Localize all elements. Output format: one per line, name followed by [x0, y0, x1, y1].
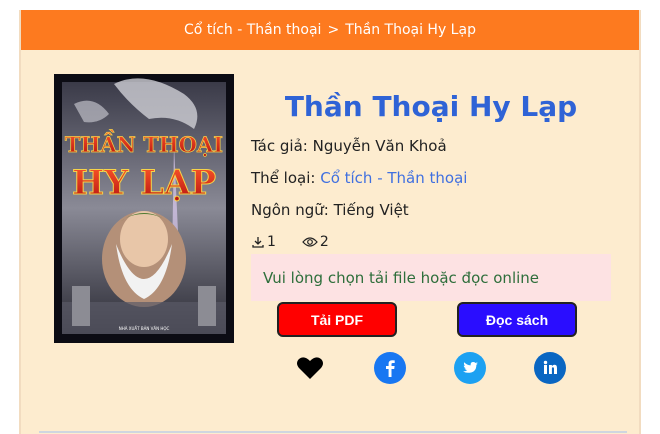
cover-title-line1: THẦN THOẠI: [65, 130, 223, 157]
language-value: Tiếng Việt: [333, 201, 409, 219]
share-linkedin-button[interactable]: [534, 352, 566, 384]
view-count: 2: [302, 234, 329, 250]
book-cover: THẦN THOẠI HY LẠP NHÀ XUẤT BẢN VĂN HỌC: [54, 74, 234, 343]
language-row: Ngôn ngữ: Tiếng Việt: [251, 201, 409, 219]
cover-title-line2: HY LẠP: [72, 163, 216, 203]
book-stats: 1 2: [251, 234, 329, 250]
author-row: Tác giả: Nguyễn Văn Khoả: [251, 137, 447, 155]
download-count-value: 1: [267, 234, 276, 250]
cover-publisher: NHÀ XUẤT BẢN VĂN HỌC: [119, 326, 170, 331]
view-count-value: 2: [319, 234, 329, 250]
breadcrumb-separator: >: [327, 22, 340, 38]
divider: [39, 431, 627, 433]
linkedin-icon: [543, 360, 557, 374]
download-icon: [252, 237, 264, 248]
favorite-button[interactable]: [294, 352, 326, 384]
heart-icon: [297, 357, 323, 379]
book-title: Thần Thoại Hy Lạp: [284, 90, 578, 123]
facebook-icon: [386, 360, 395, 377]
genre-link[interactable]: Cổ tích - Thần thoại: [320, 169, 467, 187]
author-value: Nguyễn Văn Khoả: [312, 137, 447, 155]
download-pdf-button[interactable]: Tải PDF: [277, 302, 397, 337]
share-twitter-button[interactable]: [454, 352, 486, 384]
twitter-icon: [463, 362, 478, 373]
page-frame: Cổ tích - Thần thoại > Thần Thoại Hy Lạp: [19, 10, 641, 434]
breadcrumb-current: Thần Thoại Hy Lạp: [345, 22, 476, 38]
eye-icon: [302, 237, 318, 247]
genre-row: Thể loại: Cổ tích - Thần thoại: [251, 169, 467, 187]
author-label: Tác giả:: [251, 137, 308, 155]
download-count: 1: [251, 234, 276, 250]
language-label: Ngôn ngữ:: [251, 201, 329, 219]
breadcrumb-category-link[interactable]: Cổ tích - Thần thoại: [184, 22, 321, 38]
notice-box: Vui lòng chọn tải file hoặc đọc online: [251, 254, 611, 301]
read-online-button[interactable]: Đọc sách: [457, 302, 577, 337]
genre-label: Thể loại:: [251, 169, 316, 187]
share-facebook-button[interactable]: [374, 352, 406, 384]
breadcrumb: Cổ tích - Thần thoại > Thần Thoại Hy Lạp: [21, 10, 639, 50]
